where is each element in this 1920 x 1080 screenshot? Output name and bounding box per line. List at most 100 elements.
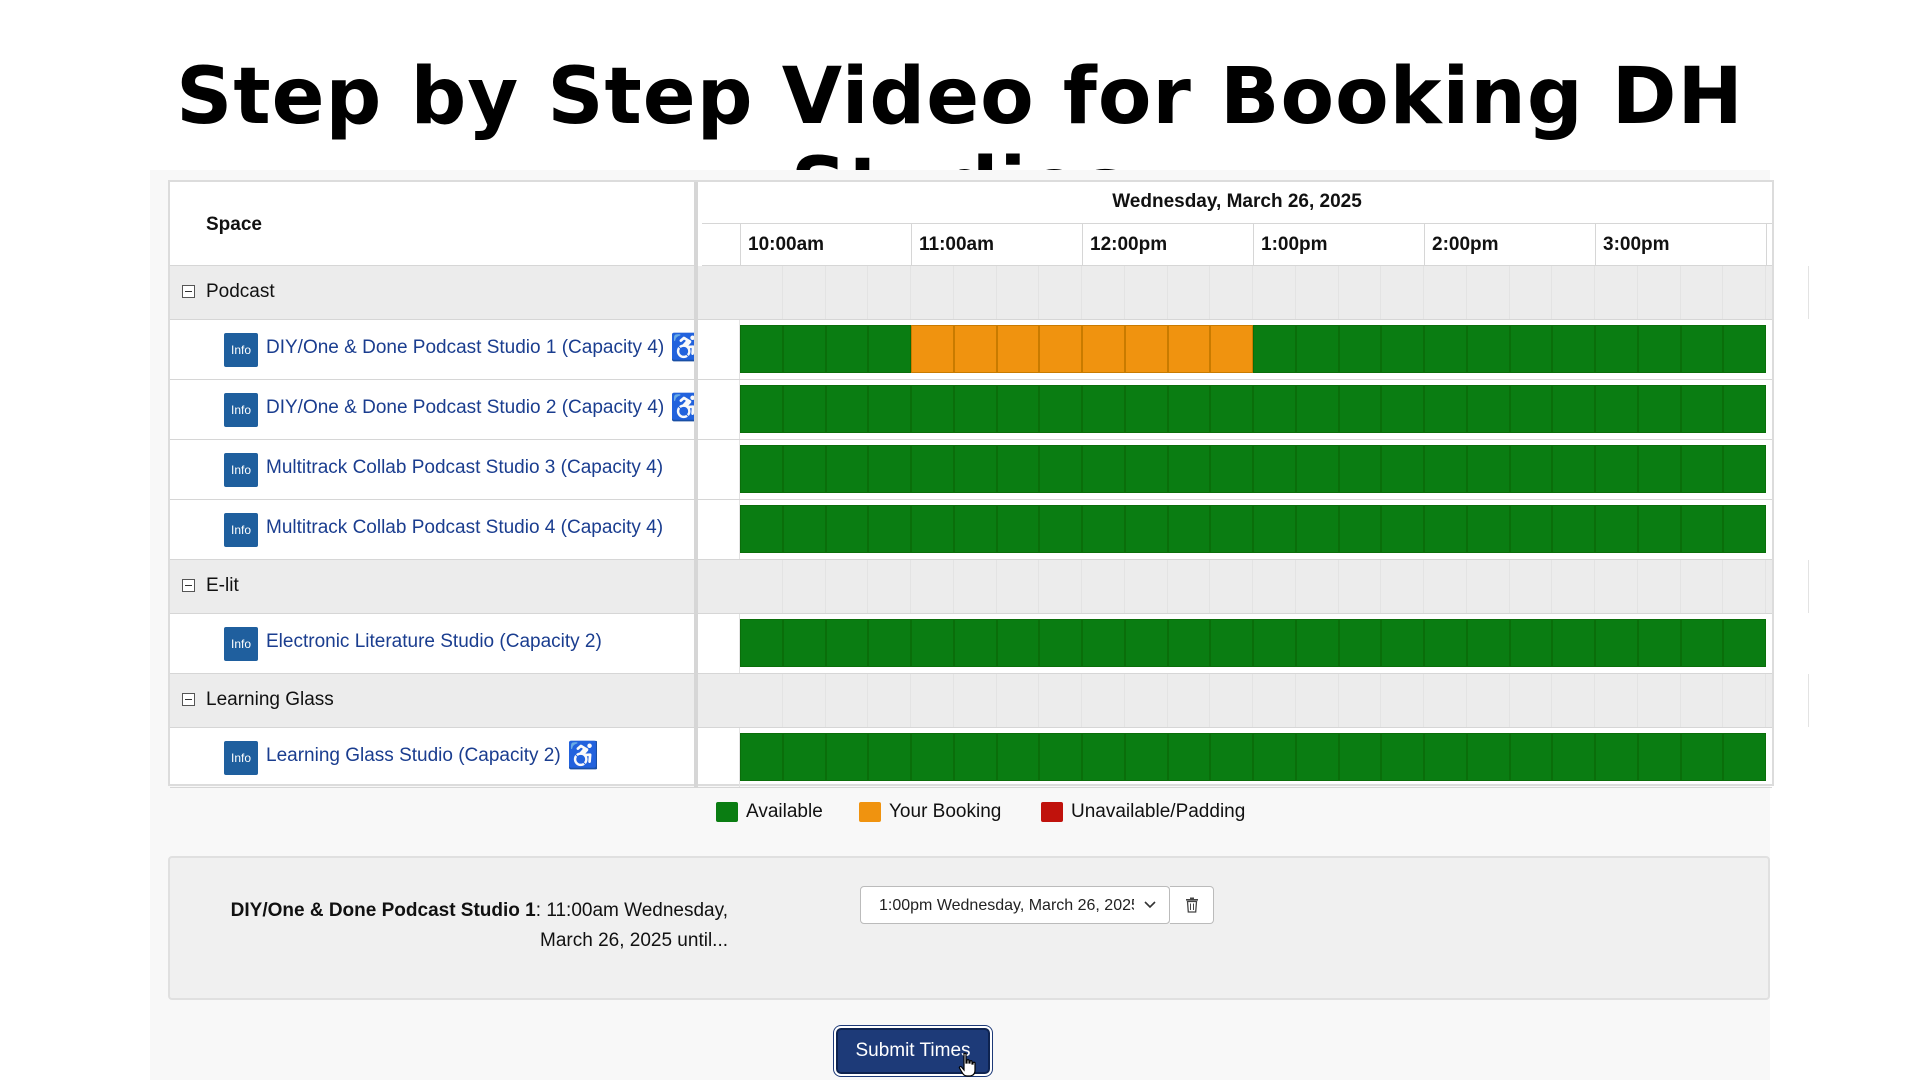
available-slot[interactable] xyxy=(1637,385,1681,433)
available-slot[interactable] xyxy=(1039,619,1082,667)
available-slot[interactable] xyxy=(1338,619,1382,667)
available-slot[interactable] xyxy=(1466,505,1510,553)
room-info-button[interactable]: Info xyxy=(224,627,258,661)
booked-slot[interactable] xyxy=(1167,325,1211,373)
available-slot[interactable] xyxy=(1552,325,1595,373)
available-slot[interactable] xyxy=(1595,325,1638,373)
available-slot[interactable] xyxy=(996,733,1040,781)
available-slot[interactable] xyxy=(1466,619,1510,667)
room-name-link[interactable]: DIY/One & Done Podcast Studio 1 (Capacit… xyxy=(266,337,664,359)
available-slot[interactable] xyxy=(868,325,911,373)
available-slot[interactable] xyxy=(740,385,783,433)
booked-slot[interactable] xyxy=(911,325,954,373)
available-slot[interactable] xyxy=(1338,733,1382,781)
available-slot[interactable] xyxy=(1552,733,1595,781)
minus-square-icon[interactable] xyxy=(182,693,195,706)
room-info-button[interactable]: Info xyxy=(224,453,258,487)
available-slot[interactable] xyxy=(1424,619,1467,667)
available-slot[interactable] xyxy=(1167,619,1211,667)
available-slot[interactable] xyxy=(1039,385,1082,433)
available-slot[interactable] xyxy=(953,619,997,667)
available-slot[interactable] xyxy=(825,505,869,553)
available-slot[interactable] xyxy=(1680,325,1724,373)
available-slot[interactable] xyxy=(1552,505,1595,553)
delete-booking-button[interactable] xyxy=(1170,886,1214,924)
available-slot[interactable] xyxy=(740,325,783,373)
available-slot[interactable] xyxy=(1295,733,1339,781)
available-slot[interactable] xyxy=(868,385,911,433)
booked-slot[interactable] xyxy=(1210,325,1253,373)
available-slot[interactable] xyxy=(1295,385,1339,433)
available-slot[interactable] xyxy=(825,733,869,781)
available-slot[interactable] xyxy=(1381,619,1424,667)
available-slot[interactable] xyxy=(825,385,869,433)
available-slot[interactable] xyxy=(1723,385,1766,433)
available-slot[interactable] xyxy=(953,733,997,781)
available-slot[interactable] xyxy=(996,619,1040,667)
available-slot[interactable] xyxy=(782,505,826,553)
available-slot[interactable] xyxy=(1124,619,1168,667)
available-slot[interactable] xyxy=(1509,733,1553,781)
available-slot[interactable] xyxy=(1595,385,1638,433)
available-slot[interactable] xyxy=(1381,505,1424,553)
available-slot[interactable] xyxy=(740,505,783,553)
available-slot[interactable] xyxy=(1295,505,1339,553)
available-slot[interactable] xyxy=(1723,445,1766,493)
available-slot[interactable] xyxy=(1210,385,1253,433)
available-slot[interactable] xyxy=(1253,505,1296,553)
available-slot[interactable] xyxy=(740,733,783,781)
available-slot[interactable] xyxy=(1210,733,1253,781)
available-slot[interactable] xyxy=(911,445,954,493)
available-slot[interactable] xyxy=(868,445,911,493)
available-slot[interactable] xyxy=(1466,445,1510,493)
booked-slot[interactable] xyxy=(1082,325,1125,373)
available-slot[interactable] xyxy=(1424,325,1467,373)
available-slot[interactable] xyxy=(1424,733,1467,781)
available-slot[interactable] xyxy=(911,733,954,781)
available-slot[interactable] xyxy=(1680,505,1724,553)
available-slot[interactable] xyxy=(1381,733,1424,781)
available-slot[interactable] xyxy=(1082,385,1125,433)
available-slot[interactable] xyxy=(1509,445,1553,493)
available-slot[interactable] xyxy=(1552,619,1595,667)
available-slot[interactable] xyxy=(1167,505,1211,553)
available-slot[interactable] xyxy=(996,385,1040,433)
available-slot[interactable] xyxy=(1295,445,1339,493)
available-slot[interactable] xyxy=(911,619,954,667)
available-slot[interactable] xyxy=(1082,505,1125,553)
available-slot[interactable] xyxy=(1552,385,1595,433)
available-slot[interactable] xyxy=(1167,385,1211,433)
available-slot[interactable] xyxy=(1124,445,1168,493)
available-slot[interactable] xyxy=(1039,445,1082,493)
available-slot[interactable] xyxy=(825,445,869,493)
available-slot[interactable] xyxy=(1680,385,1724,433)
room-name-link[interactable]: Electronic Literature Studio (Capacity 2… xyxy=(266,631,602,653)
available-slot[interactable] xyxy=(1637,445,1681,493)
booked-slot[interactable] xyxy=(1124,325,1168,373)
available-slot[interactable] xyxy=(1424,445,1467,493)
available-slot[interactable] xyxy=(868,619,911,667)
available-slot[interactable] xyxy=(1509,619,1553,667)
available-slot[interactable] xyxy=(1595,733,1638,781)
available-slot[interactable] xyxy=(1381,385,1424,433)
available-slot[interactable] xyxy=(1595,619,1638,667)
available-slot[interactable] xyxy=(1338,505,1382,553)
available-slot[interactable] xyxy=(953,385,997,433)
available-slot[interactable] xyxy=(1680,619,1724,667)
end-time-select[interactable]: 1:00pm Wednesday, March 26, 2025 xyxy=(860,886,1170,924)
available-slot[interactable] xyxy=(1552,445,1595,493)
available-slot[interactable] xyxy=(1637,325,1681,373)
available-slot[interactable] xyxy=(1082,445,1125,493)
room-name-link[interactable]: Multitrack Collab Podcast Studio 3 (Capa… xyxy=(266,457,663,479)
available-slot[interactable] xyxy=(1253,385,1296,433)
available-slot[interactable] xyxy=(868,505,911,553)
available-slot[interactable] xyxy=(1637,505,1681,553)
available-slot[interactable] xyxy=(1253,619,1296,667)
available-slot[interactable] xyxy=(825,325,869,373)
available-slot[interactable] xyxy=(911,505,954,553)
available-slot[interactable] xyxy=(1424,385,1467,433)
available-slot[interactable] xyxy=(1167,733,1211,781)
room-info-button[interactable]: Info xyxy=(224,393,258,427)
available-slot[interactable] xyxy=(911,385,954,433)
available-slot[interactable] xyxy=(1295,325,1339,373)
